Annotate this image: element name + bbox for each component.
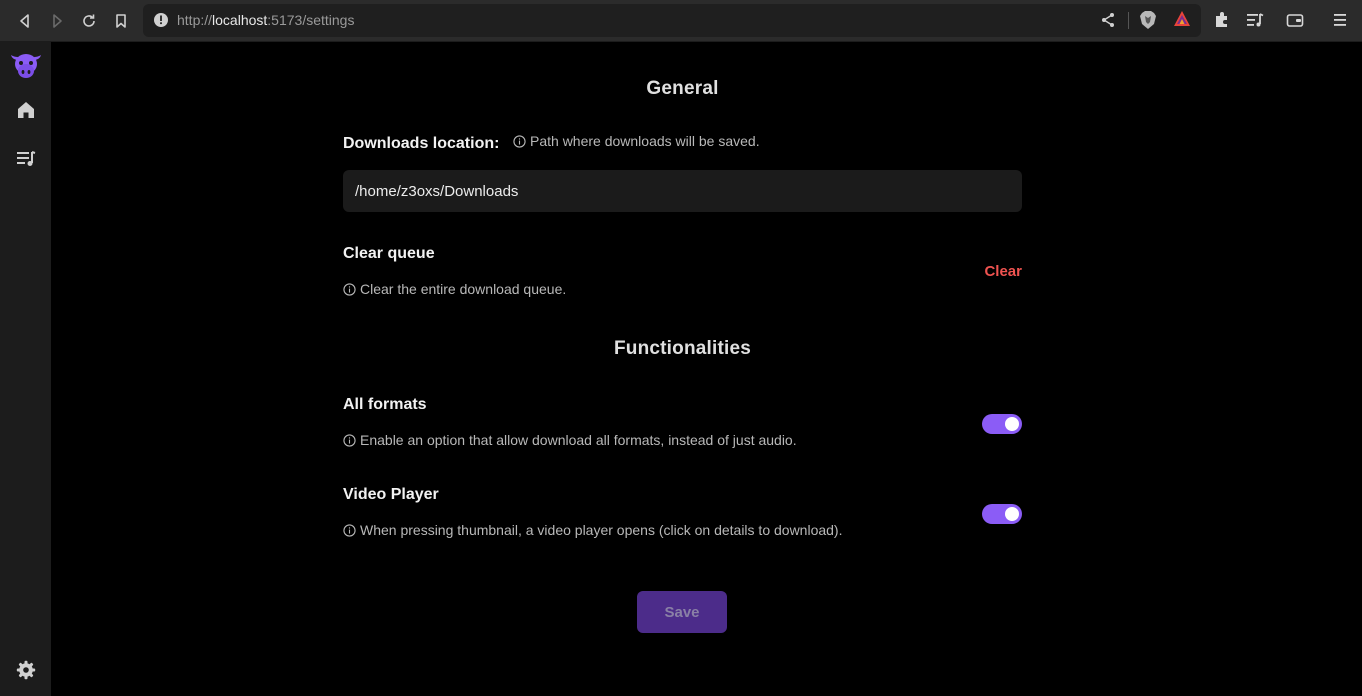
gear-icon[interactable]	[16, 660, 36, 680]
share-icon[interactable]	[1100, 12, 1116, 28]
video-player-label: Video Player	[343, 486, 439, 503]
clear-queue-button[interactable]: Clear	[971, 263, 1022, 283]
menu-icon[interactable]	[1331, 11, 1349, 29]
functionalities-section-title: Functionalities	[613, 338, 752, 359]
settings-page: General Downloads location: Path where d…	[51, 42, 1362, 696]
info-icon	[343, 523, 356, 537]
url-text[interactable]: http://localhost:5173/settings	[177, 12, 354, 28]
save-button[interactable]: Save	[637, 591, 727, 633]
video-player-toggle[interactable]	[982, 504, 1022, 524]
url-path: :5173/settings	[267, 12, 355, 28]
downloads-location-hint: Path where downloads will be saved.	[513, 133, 760, 149]
home-icon[interactable]	[16, 100, 36, 120]
browser-toolbar: http://localhost:5173/settings	[0, 0, 1362, 42]
media-playlist-icon[interactable]	[1246, 11, 1264, 29]
toggle-knob	[1005, 507, 1019, 521]
general-section-title: General	[646, 78, 719, 99]
address-bar-divider	[1128, 12, 1129, 29]
toggle-knob	[1005, 417, 1019, 431]
all-formats-hint: Enable an option that allow download all…	[343, 432, 797, 448]
url-host: localhost	[212, 12, 268, 28]
all-formats-label: All formats	[343, 396, 427, 413]
brave-shields-icon[interactable]	[1139, 10, 1157, 30]
app-sidebar	[0, 42, 51, 696]
clear-queue-label: Clear queue	[343, 245, 435, 262]
back-icon[interactable]	[13, 9, 37, 33]
all-formats-toggle[interactable]	[982, 414, 1022, 434]
cow-logo-icon[interactable]	[9, 47, 43, 83]
all-formats-hint-text: Enable an option that allow download all…	[360, 432, 797, 448]
downloads-location-input[interactable]	[343, 170, 1022, 212]
url-scheme: http://	[177, 12, 213, 28]
address-bar[interactable]: http://localhost:5173/settings	[143, 4, 1201, 37]
extensions-icon[interactable]	[1213, 11, 1231, 29]
brave-rewards-icon[interactable]	[1173, 10, 1191, 28]
forward-icon[interactable]	[45, 9, 69, 33]
video-player-hint: When pressing thumbnail, a video player …	[343, 522, 843, 538]
site-info-icon[interactable]	[153, 12, 169, 28]
info-icon	[513, 134, 526, 148]
clear-queue-hint-text: Clear the entire download queue.	[360, 281, 567, 297]
reload-icon[interactable]	[77, 9, 101, 33]
playlist-music-icon[interactable]	[16, 148, 36, 168]
bookmark-icon[interactable]	[109, 9, 133, 33]
info-icon	[343, 433, 356, 447]
video-player-hint-text: When pressing thumbnail, a video player …	[360, 522, 843, 538]
downloads-location-hint-text: Path where downloads will be saved.	[530, 133, 760, 149]
info-icon	[343, 282, 356, 296]
clear-queue-hint: Clear the entire download queue.	[343, 281, 566, 297]
wallet-icon[interactable]	[1286, 11, 1304, 29]
downloads-location-label: Downloads location:	[343, 135, 500, 152]
